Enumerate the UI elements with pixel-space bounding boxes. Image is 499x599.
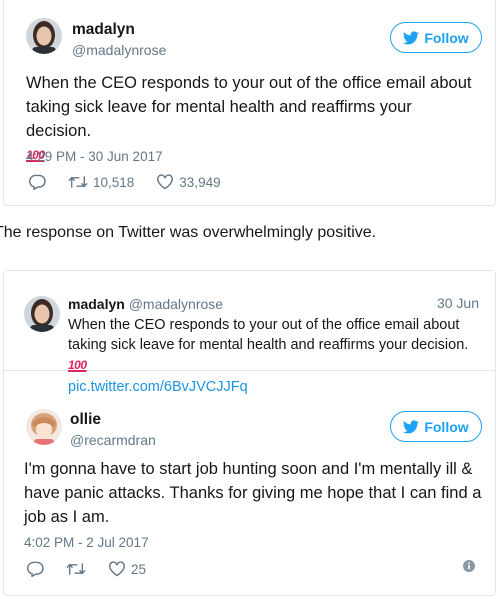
tweet-card-ollie: madalyn @madalynrose 30 Jun When the CEO… (3, 270, 496, 596)
heart-icon (109, 561, 125, 577)
info-icon[interactable] (463, 559, 475, 577)
follow-label: Follow (424, 29, 469, 46)
hundred-points-emoji: 100 (68, 358, 87, 372)
avatar[interactable] (26, 409, 62, 445)
quoted-date[interactable]: 30 Jun (437, 295, 479, 311)
quoted-author-handle[interactable]: @madalynrose (129, 296, 223, 312)
author-handle[interactable]: @madalynrose (72, 42, 166, 58)
author-name[interactable]: ollie (70, 411, 101, 429)
avatar[interactable] (26, 18, 62, 54)
like-count: 33,949 (179, 174, 221, 190)
follow-label: Follow (424, 418, 469, 435)
like-button[interactable]: 33,949 (156, 174, 221, 190)
reply-icon (26, 561, 44, 577)
tweet-actions: 10,518 33,949 (28, 174, 243, 190)
quoted-media-link[interactable]: pic.twitter.com/6BvJVCJJFq (68, 377, 488, 397)
retweet-icon (68, 176, 88, 188)
retweet-button[interactable] (66, 562, 86, 576)
author-handle[interactable]: @recarmdran (70, 432, 156, 448)
twitter-bird-icon (403, 419, 420, 434)
quoted-text: When the CEO responds to your out of the… (68, 315, 488, 397)
follow-button[interactable]: Follow (390, 411, 482, 442)
timestamp[interactable]: 4:02 PM - 2 Jul 2017 (24, 535, 149, 550)
reply-icon (28, 174, 46, 190)
timestamp[interactable]: 4:29 PM - 30 Jun 2017 (26, 149, 163, 164)
tweet-text: I'm gonna have to start job hunting soon… (24, 460, 482, 526)
author-name[interactable]: madalyn (72, 21, 135, 39)
quoted-author-name[interactable]: madalyn (68, 296, 125, 312)
quoted-tweet[interactable]: madalyn @madalynrose 30 Jun When the CEO… (4, 271, 495, 395)
avatar[interactable] (24, 296, 60, 332)
retweet-icon (66, 563, 86, 575)
tweet-card-madalyn: madalyn @madalynrose Follow When the CEO… (3, 0, 496, 206)
twitter-bird-icon (403, 30, 420, 45)
like-button[interactable]: 25 (108, 561, 146, 577)
retweet-button[interactable]: 10,518 (68, 175, 134, 190)
follow-button[interactable]: Follow (390, 22, 482, 53)
tweet-actions: 25 (26, 561, 168, 577)
heart-icon (157, 174, 174, 190)
retweet-count: 10,518 (93, 174, 135, 190)
quoted-author: madalyn @madalynrose (68, 296, 223, 312)
article-paragraph: The response on Twitter was overwhelming… (0, 224, 377, 241)
reply-button[interactable] (28, 174, 46, 190)
like-count: 25 (131, 561, 147, 577)
reply-button[interactable] (26, 561, 44, 577)
